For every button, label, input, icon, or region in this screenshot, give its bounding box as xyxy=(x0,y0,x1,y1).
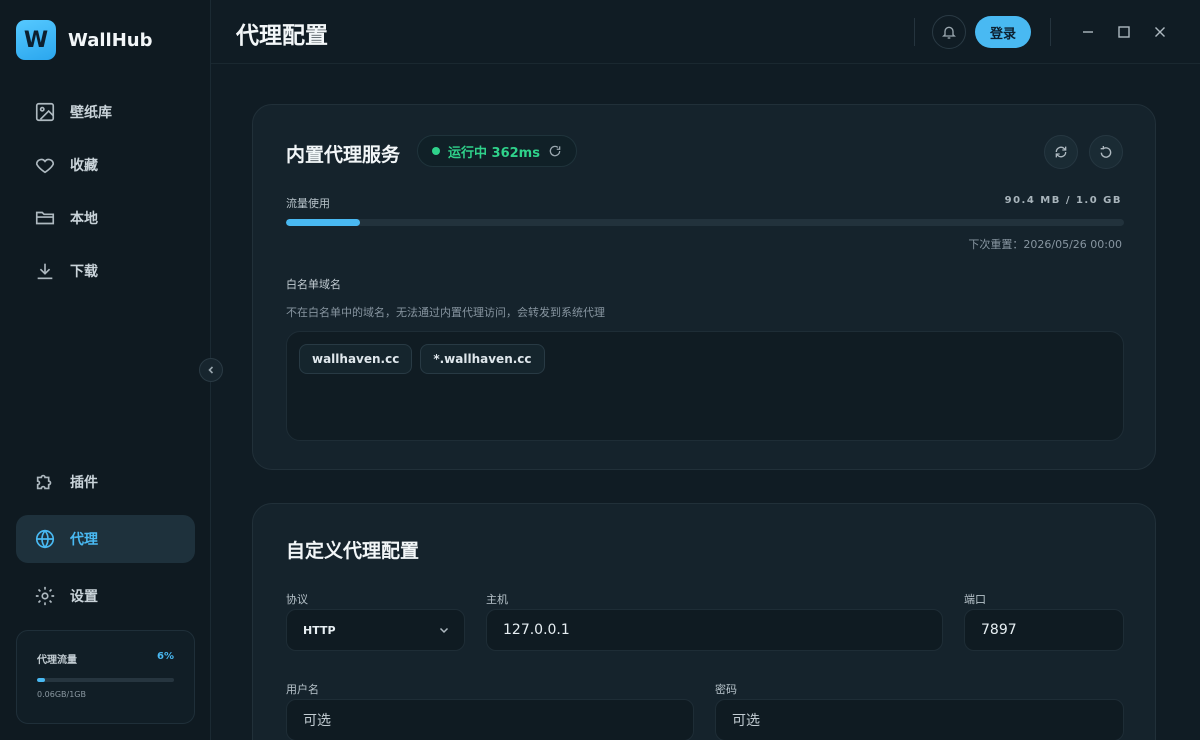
password-input[interactable]: 可选 xyxy=(715,699,1124,740)
status-text: 运行中 362ms xyxy=(448,145,540,161)
heart-icon xyxy=(35,158,55,174)
traffic-label: 代理流量 xyxy=(37,655,77,666)
port-input[interactable]: 7897 xyxy=(964,609,1124,651)
page-title: 代理配置 xyxy=(236,23,328,49)
image-icon xyxy=(35,102,55,122)
sidebar-item-local[interactable]: 本地 xyxy=(16,194,195,242)
builtin-proxy-title: 内置代理服务 xyxy=(286,144,401,166)
download-icon xyxy=(37,263,53,280)
sidebar: W WallHub 壁纸库 收藏 本地 下载 插件 代理 设置 代理流量 6% … xyxy=(0,0,211,740)
sidebar-item-label: 代理 xyxy=(70,532,98,548)
traffic-percent: 6% xyxy=(157,651,174,662)
brand[interactable]: W WallHub xyxy=(16,20,152,60)
sidebar-item-settings[interactable]: 设置 xyxy=(16,572,195,620)
port-label: 端口 xyxy=(964,593,986,606)
protocol-value: HTTP xyxy=(303,623,336,637)
sidebar-item-downloads[interactable]: 下载 xyxy=(16,247,195,295)
sidebar-item-label: 插件 xyxy=(70,475,98,491)
builtin-proxy-card: 内置代理服务 运行中 362ms 流量使用 90.4 MB / 1.0 GB 下… xyxy=(252,104,1156,470)
gear-icon xyxy=(35,586,55,606)
folder-icon xyxy=(35,211,55,225)
custom-proxy-card: 自定义代理配置 协议 HTTP 主机 127.0.0.1 端口 7897 用户名… xyxy=(252,503,1156,740)
usage-progress-bar xyxy=(286,219,1124,226)
sidebar-item-proxy[interactable]: 代理 xyxy=(16,515,195,563)
usage-value: 90.4 MB / 1.0 GB xyxy=(1004,195,1122,206)
sidebar-item-plugins[interactable]: 插件 xyxy=(16,458,195,506)
host-input[interactable]: 127.0.0.1 xyxy=(486,609,943,651)
sidebar-collapse-button[interactable] xyxy=(199,358,223,382)
main-content: 内置代理服务 运行中 362ms 流量使用 90.4 MB / 1.0 GB 下… xyxy=(211,65,1200,740)
app-logo: W xyxy=(16,20,56,60)
sidebar-nav-bottom: 插件 代理 设置 xyxy=(16,458,195,629)
refresh-icon[interactable] xyxy=(548,144,562,158)
protocol-label: 协议 xyxy=(286,593,308,606)
restart-button[interactable] xyxy=(1089,135,1123,169)
restart-icon xyxy=(1100,146,1112,158)
traffic-progress-fill xyxy=(37,678,46,682)
username-input[interactable]: 可选 xyxy=(286,699,694,740)
host-label: 主机 xyxy=(486,593,508,606)
traffic-detail: 0.06GB/1GB xyxy=(37,690,86,699)
reset-time: 下次重置：2026/05/26 00:00 xyxy=(968,238,1122,251)
sidebar-item-label: 收藏 xyxy=(70,158,98,174)
notifications-button[interactable] xyxy=(932,15,966,49)
bell-icon xyxy=(942,26,956,39)
header-divider xyxy=(1050,18,1051,46)
proxy-status-badge[interactable]: 运行中 362ms xyxy=(417,135,577,167)
traffic-progress-bar xyxy=(37,678,174,682)
globe-icon xyxy=(35,529,55,549)
protocol-select[interactable]: HTTP xyxy=(286,609,465,651)
sidebar-item-label: 下载 xyxy=(70,264,98,280)
puzzle-icon xyxy=(36,474,52,490)
sidebar-item-favorites[interactable]: 收藏 xyxy=(16,141,195,189)
domain-tag[interactable]: *.wallhaven.cc xyxy=(420,344,545,374)
sync-button[interactable] xyxy=(1044,135,1078,169)
domain-tag[interactable]: wallhaven.cc xyxy=(299,344,413,374)
close-button[interactable] xyxy=(1148,20,1172,44)
sidebar-item-gallery[interactable]: 壁纸库 xyxy=(16,88,195,136)
custom-proxy-title: 自定义代理配置 xyxy=(286,540,420,562)
minimize-button[interactable] xyxy=(1076,20,1100,44)
password-label: 密码 xyxy=(715,683,737,696)
header: 代理配置 登录 xyxy=(211,0,1200,64)
maximize-button[interactable] xyxy=(1112,20,1136,44)
maximize-icon xyxy=(1118,26,1130,38)
sidebar-nav-top: 壁纸库 收藏 本地 下载 xyxy=(16,88,195,300)
login-button[interactable]: 登录 xyxy=(975,16,1031,48)
status-dot xyxy=(432,147,440,155)
whitelist-description: 不在白名单中的域名，无法通过内置代理访问，会转发到系统代理 xyxy=(286,306,605,319)
minimize-icon xyxy=(1083,31,1093,33)
chevron-left-icon xyxy=(208,366,214,374)
usage-label: 流量使用 xyxy=(286,197,330,210)
whitelist-domains[interactable]: wallhaven.cc *.wallhaven.cc xyxy=(286,331,1124,441)
usage-progress-fill xyxy=(286,219,360,226)
close-icon xyxy=(1155,27,1165,37)
sidebar-item-label: 壁纸库 xyxy=(70,105,112,121)
sidebar-item-label: 本地 xyxy=(70,211,98,227)
app-name: WallHub xyxy=(68,29,153,51)
username-label: 用户名 xyxy=(286,683,319,696)
whitelist-title: 白名单域名 xyxy=(286,278,341,291)
chevron-down-icon xyxy=(439,627,449,634)
sidebar-item-label: 设置 xyxy=(70,589,98,605)
header-divider xyxy=(914,18,915,46)
sync-icon xyxy=(1055,146,1067,158)
proxy-traffic-card: 代理流量 6% 0.06GB/1GB xyxy=(16,630,195,724)
